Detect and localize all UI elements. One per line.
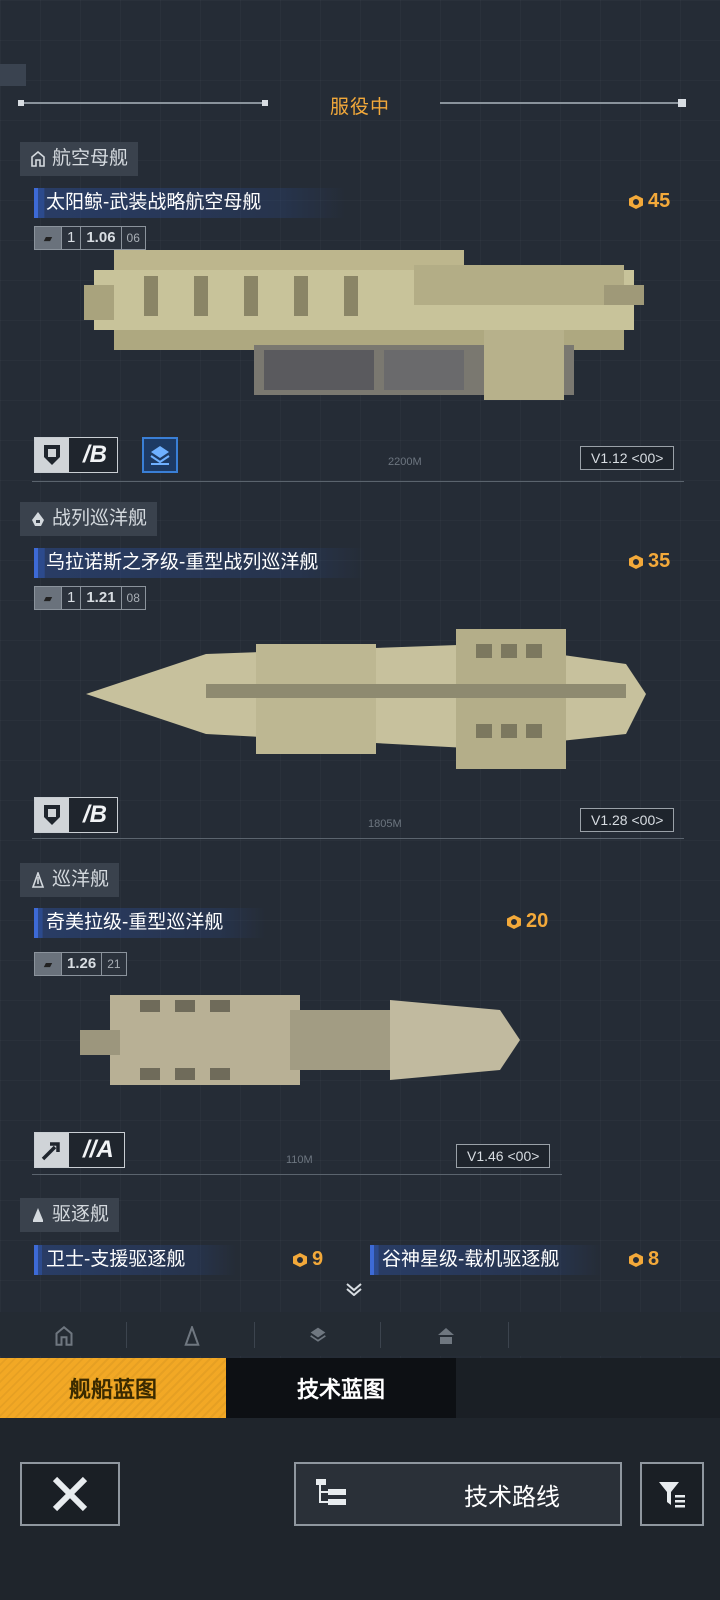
carrier-filter-icon[interactable] bbox=[54, 1325, 74, 1346]
category-label: 巡洋舰 bbox=[52, 869, 110, 890]
ver-b: 1.21 bbox=[80, 587, 120, 609]
tech-route-button[interactable]: 技术路线 bbox=[294, 1462, 622, 1526]
ship-cost: 9 bbox=[292, 1248, 323, 1271]
ver-c: 08 bbox=[120, 587, 145, 609]
ruler bbox=[32, 1174, 562, 1175]
carrier-icon bbox=[30, 151, 46, 167]
version-label: V1.46 <00> bbox=[456, 1144, 551, 1168]
ship-cost: 20 bbox=[506, 910, 548, 933]
ship-image-battlecruiser[interactable] bbox=[86, 624, 646, 774]
close-icon bbox=[52, 1476, 88, 1512]
close-button[interactable] bbox=[20, 1462, 120, 1526]
brand-logo-icon: ▰ bbox=[35, 227, 61, 249]
ver-a: 1 bbox=[61, 227, 80, 249]
brand-logo-icon: ▰ bbox=[35, 587, 61, 609]
cost-hex-icon bbox=[293, 1252, 307, 1267]
ship-title-carrier[interactable]: 太阳鲸-武装战略航空母舰 bbox=[34, 188, 346, 218]
filter-button[interactable] bbox=[640, 1462, 704, 1526]
filter-icon bbox=[659, 1482, 685, 1508]
ruler bbox=[32, 481, 684, 482]
destroyer-icon bbox=[30, 1207, 46, 1223]
ship-image-cruiser[interactable] bbox=[80, 990, 530, 1090]
ship-cost: 8 bbox=[628, 1248, 659, 1271]
station-filter-icon[interactable] bbox=[436, 1326, 456, 1346]
battlecruiser-icon bbox=[30, 511, 46, 527]
version-label: V1.28 <00> bbox=[580, 808, 675, 832]
ship-title-guardian[interactable]: 卫士-支援驱逐舰 bbox=[34, 1245, 236, 1275]
category-label: 驱逐舰 bbox=[52, 1204, 110, 1225]
grade-badge[interactable]: //A bbox=[34, 1132, 125, 1168]
version-label: V1.12 <00> bbox=[580, 446, 675, 470]
shield-icon bbox=[35, 798, 69, 832]
ship-length: 1805M bbox=[368, 818, 402, 830]
ruler bbox=[32, 838, 684, 839]
version-box: ▰ 1.26 21 bbox=[34, 952, 127, 976]
grade-badge[interactable]: /B bbox=[34, 437, 118, 473]
tech-route-label: 技术路线 bbox=[464, 1483, 560, 1511]
scroll-down-icon[interactable] bbox=[344, 1282, 364, 1301]
tab-ship-blueprint[interactable]: 舰船蓝图 bbox=[0, 1358, 226, 1418]
cruiser-filter-icon[interactable] bbox=[182, 1324, 202, 1346]
corner-marker bbox=[0, 64, 26, 86]
category-carrier[interactable]: 航空母舰 bbox=[20, 142, 139, 176]
cost-value: 35 bbox=[648, 550, 671, 572]
cost-value: 9 bbox=[312, 1248, 324, 1270]
cruiser-icon bbox=[30, 872, 46, 888]
ship-title-ceres[interactable]: 谷神星级-载机驱逐舰 bbox=[370, 1245, 602, 1275]
grade-text: /B bbox=[83, 801, 107, 828]
divider bbox=[380, 1322, 381, 1348]
type-filter-bar bbox=[0, 1312, 720, 1356]
cost-hex-icon bbox=[629, 554, 643, 569]
divider bbox=[508, 1322, 509, 1348]
cost-hex-icon bbox=[507, 914, 521, 929]
cost-value: 20 bbox=[526, 910, 549, 932]
brand-logo-icon: ▰ bbox=[35, 953, 61, 975]
tab-tech-blueprint[interactable]: 技术蓝图 bbox=[226, 1358, 456, 1418]
grade-badge[interactable]: /B bbox=[34, 797, 118, 833]
section-title: 服役中 bbox=[329, 97, 390, 118]
layers-icon bbox=[150, 446, 170, 465]
ship-title-battlecruiser[interactable]: 乌拉诺斯之矛级-重型战列巡洋舰 bbox=[34, 548, 366, 578]
ver-b: 1.26 bbox=[61, 953, 101, 975]
category-battlecruiser[interactable]: 战列巡洋舰 bbox=[20, 502, 158, 536]
category-label: 战列巡洋舰 bbox=[52, 508, 148, 529]
divider bbox=[126, 1322, 127, 1348]
ship-image-carrier[interactable] bbox=[84, 240, 644, 430]
grade-text: //A bbox=[83, 1136, 114, 1163]
category-label: 航空母舰 bbox=[52, 148, 129, 169]
divider bbox=[254, 1322, 255, 1348]
category-cruiser[interactable]: 巡洋舰 bbox=[20, 863, 120, 897]
ship-title-cruiser[interactable]: 奇美拉级-重型巡洋舰 bbox=[34, 908, 266, 938]
cost-value: 8 bbox=[648, 1248, 660, 1270]
upload-blueprint-button[interactable] bbox=[142, 437, 178, 473]
tree-icon bbox=[314, 1477, 348, 1512]
rank-arrow-icon bbox=[35, 1133, 69, 1167]
cost-hex-icon bbox=[629, 194, 643, 209]
ver-c: 21 bbox=[101, 953, 125, 975]
ship-length: 110M bbox=[286, 1154, 313, 1166]
ver-a: 1 bbox=[61, 587, 80, 609]
ship-cost: 45 bbox=[628, 190, 670, 213]
cost-hex-icon bbox=[629, 1252, 643, 1267]
ship-cost: 35 bbox=[628, 550, 670, 573]
grade-text: /B bbox=[83, 441, 107, 468]
version-box: ▰ 1 1.21 08 bbox=[34, 586, 146, 610]
cost-value: 45 bbox=[648, 190, 671, 212]
shield-icon bbox=[35, 438, 69, 472]
category-destroyer[interactable]: 驱逐舰 bbox=[20, 1198, 120, 1232]
ship-length: 2200M bbox=[388, 456, 422, 468]
layers-filter-icon[interactable] bbox=[308, 1326, 328, 1346]
